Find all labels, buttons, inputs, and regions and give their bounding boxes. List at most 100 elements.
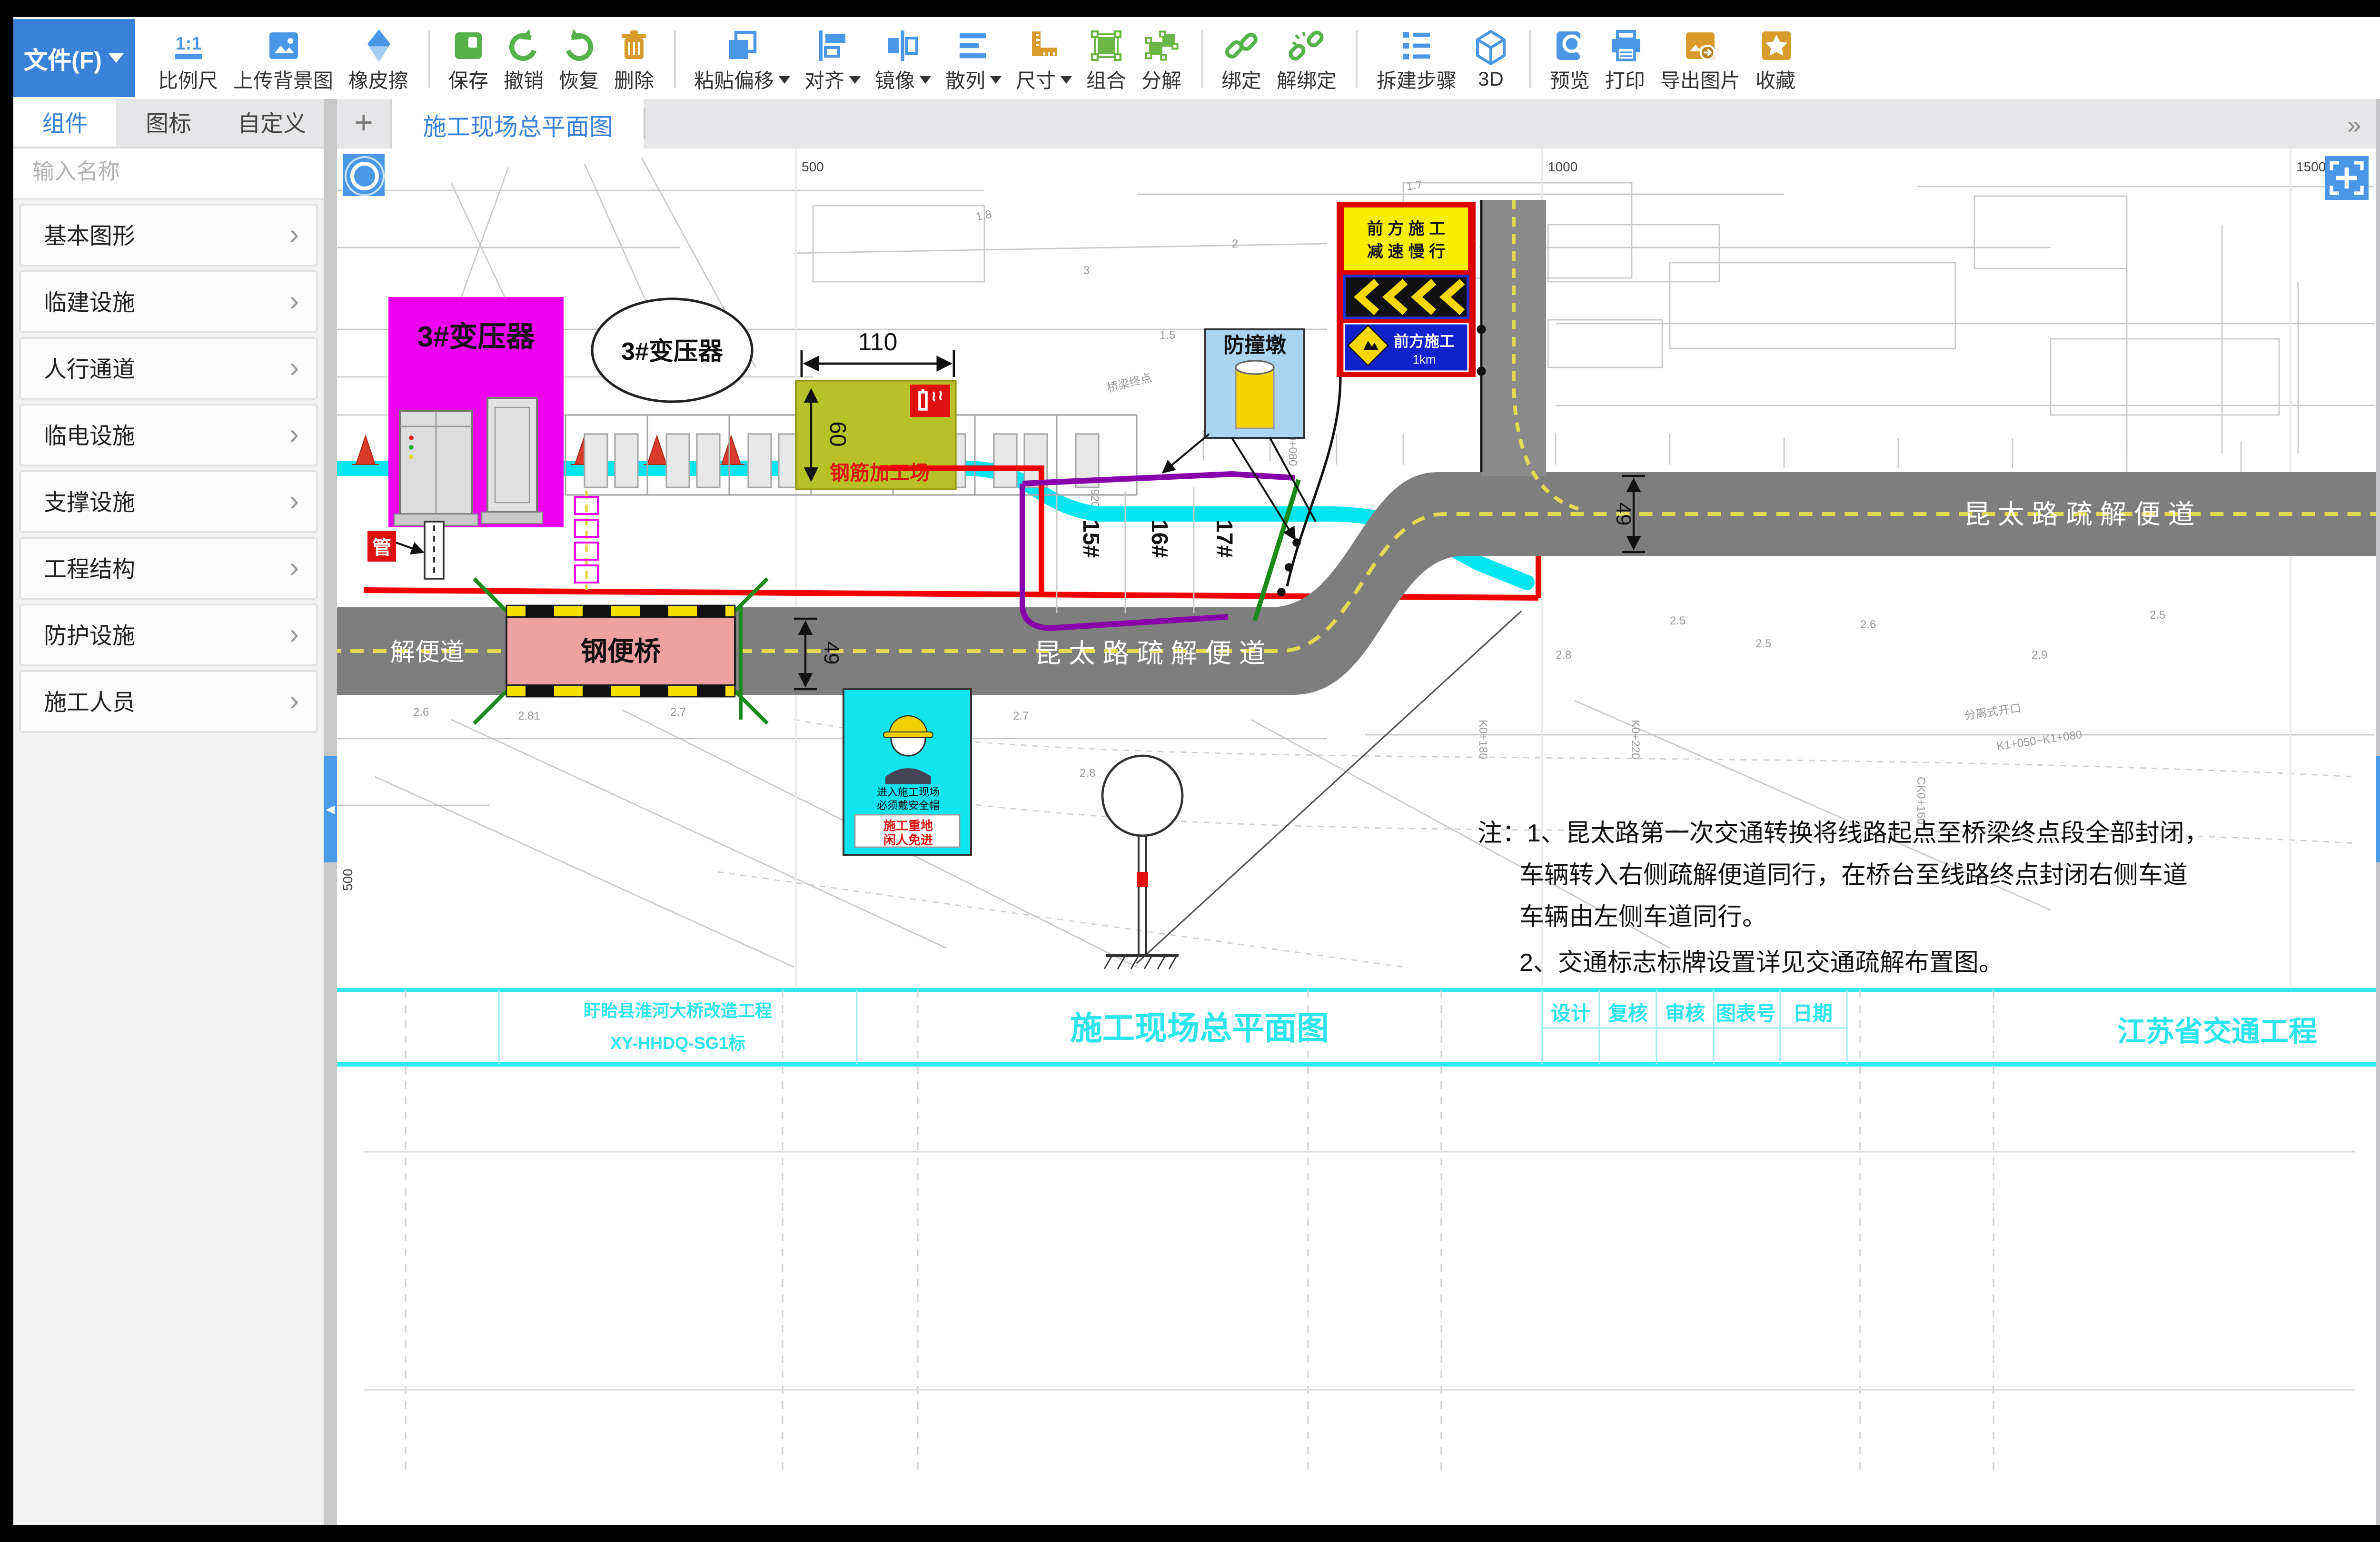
svg-text:1.7: 1.7 [1406,178,1423,193]
svg-text:2.8: 2.8 [1080,767,1095,780]
undo-icon [505,26,543,64]
align-icon [813,26,851,64]
road-branch [1477,200,1584,510]
print-button[interactable]: 打印 [1597,22,1653,94]
canvas-content[interactable]: 1.8321.72221.61.5桥梁终点K0+920BK0+0400+0800… [337,148,2376,1525]
group-button[interactable]: 组合 [1079,22,1134,94]
star-icon [1756,26,1795,64]
toolbar-separator [673,30,675,87]
chevron-right-icon: › [289,487,299,516]
canvas-tab-bar: + 施工现场总平面图 » [337,99,2376,148]
3d-button[interactable]: 3D [1464,25,1517,91]
sidebar-item-construction-workers[interactable]: 施工人员› [19,670,318,733]
svg-text:防撞墩: 防撞墩 [1223,334,1286,357]
eraser-button[interactable]: 橡皮擦 [341,22,416,94]
search-input[interactable] [29,160,329,187]
sidebar-search [13,148,324,200]
link-icon [1222,26,1260,64]
sidebar-item-temp-power[interactable]: 临电设施› [19,404,318,466]
pipe-callout[interactable]: 管 [367,522,444,579]
svg-text:前方施工: 前方施工 [1394,333,1455,350]
transformer-area[interactable]: 3#变压器 [388,297,564,527]
svg-text:2.7: 2.7 [1013,710,1029,722]
svg-text:审核: 审核 [1665,1002,1705,1025]
preview-button[interactable]: 预览 [1542,22,1597,94]
chevron-down-icon [778,76,789,84]
sidebar-item-protection-facilities[interactable]: 防护设施› [19,603,318,666]
tab-components[interactable]: 组件 [13,99,117,147]
export-image-icon [1681,26,1719,64]
rebar-yard[interactable]: 60 钢筋加工场 [796,381,956,489]
transformer-ellipse[interactable]: 3#变压器 [592,299,752,402]
svg-text:17#: 17# [1211,520,1237,558]
tab-custom[interactable]: 自定义 [220,99,324,147]
file-menu-button[interactable]: 文件(F) [13,19,135,97]
tab-overflow-button[interactable]: » [2347,99,2361,148]
svg-text:CK0+160: CK0+160 [1914,777,1927,825]
redo-button[interactable]: 恢复 [551,22,606,94]
reticle-button[interactable] [343,154,385,196]
svg-text:分离式开口: 分离式开口 [1964,702,2022,722]
svg-text:3#变压器: 3#变压器 [621,338,724,366]
sidebar-item-support-facilities[interactable]: 支撑设施› [19,470,318,533]
collapse-panel-handle[interactable]: ▶ [2376,756,2380,862]
scale-button[interactable]: 1:1比例尺 [150,22,226,94]
toolbar-separator [1529,30,1531,87]
svg-text:3#变压器: 3#变压器 [417,321,536,353]
svg-text:2.6: 2.6 [413,706,429,719]
size-button[interactable]: 尺寸 [1008,22,1079,94]
svg-text:500: 500 [340,869,355,891]
tab-divider [644,109,645,139]
unlink-icon [1288,26,1326,64]
svg-text:49: 49 [1612,503,1635,526]
print-icon [1606,26,1644,64]
ungroup-button[interactable]: 分解 [1134,22,1189,94]
svg-text:减 速 慢 行: 减 速 慢 行 [1367,243,1445,261]
worker-safety-sign[interactable]: 进入施工现场 必须戴安全帽 施工重地 闲人免进 [843,689,971,855]
sidebar-item-pedestrian-passage[interactable]: 人行通道› [19,337,318,400]
ruler-icon [1024,26,1062,64]
chevron-down-icon [109,53,125,63]
canvas-rulers: 500 1000 1500 500 [340,148,2326,986]
paste-offset-button[interactable]: 粘贴偏移 [686,22,797,94]
tab-icons[interactable]: 图标 [117,99,220,147]
tab-site-plan[interactable]: 施工现场总平面图 [392,99,644,148]
svg-text:1.5: 1.5 [1160,329,1175,342]
mirror-button[interactable]: 镜像 [867,22,938,94]
bind-button[interactable]: 绑定 [1214,22,1269,94]
fit-view-button[interactable] [2325,156,2369,200]
upload-background-button[interactable]: 上传背景图 [226,22,341,94]
sidebar-item-engineering-structure[interactable]: 工程结构› [19,537,318,600]
svg-text:注：1、昆太路第一次交通转换将线路起点至桥梁终点段全部封闭，: 注：1、昆太路第一次交通转换将线路起点至桥梁终点段全部封闭， [1478,820,2209,847]
svg-text:49: 49 [820,642,843,665]
steel-bridge[interactable]: 钢便桥 [474,579,767,723]
svg-text:昆 太 路 疏 解 便 道: 昆 太 路 疏 解 便 道 [1964,499,2194,529]
add-tab-button[interactable]: + [337,99,392,148]
redo-icon [560,26,598,64]
svg-text:解便道: 解便道 [390,639,465,666]
delete-button[interactable]: 删除 [606,22,662,94]
sidebar-item-temp-facilities[interactable]: 临建设施› [19,270,318,333]
sidebar-item-basic-shapes[interactable]: 基本图形› [19,204,318,267]
align-button[interactable]: 对齐 [797,22,867,94]
app-stage: 文件(F) 1:1比例尺 上传背景图 橡皮擦 保存 撤销 恢复 删除 粘贴偏移 … [0,0,2380,1542]
collapse-sidebar-handle[interactable]: ◀ [324,756,337,862]
undo-button[interactable]: 撤销 [496,22,551,94]
svg-text:1500: 1500 [2296,159,2326,174]
unbind-button[interactable]: 解绑定 [1269,22,1344,94]
svg-text:1000: 1000 [1548,159,1577,174]
chevron-down-icon [848,76,860,84]
chevron-right-icon: › [289,687,299,716]
component-sidebar: 组件 图标 自定义 基本图形› 临建设施› 人行通道› 临电设施› 支撑设施› … [13,99,324,1525]
favorite-button[interactable]: 收藏 [1748,22,1803,94]
svg-text:复核: 复核 [1608,1002,1648,1025]
scatter-button[interactable]: 散列 [938,22,1008,94]
build-steps-button[interactable]: 拆建步骤 [1369,22,1464,94]
export-image-button[interactable]: 导出图片 [1653,22,1748,94]
svg-text:车辆由左侧车道同行。: 车辆由左侧车道同行。 [1519,903,1767,931]
scale-icon: 1:1 [169,26,207,64]
magenta-fence[interactable] [575,491,598,590]
chevron-right-icon: › [289,421,299,449]
save-button[interactable]: 保存 [441,22,496,94]
app-window: 文件(F) 1:1比例尺 上传背景图 橡皮擦 保存 撤销 恢复 删除 粘贴偏移 … [13,17,2380,1525]
